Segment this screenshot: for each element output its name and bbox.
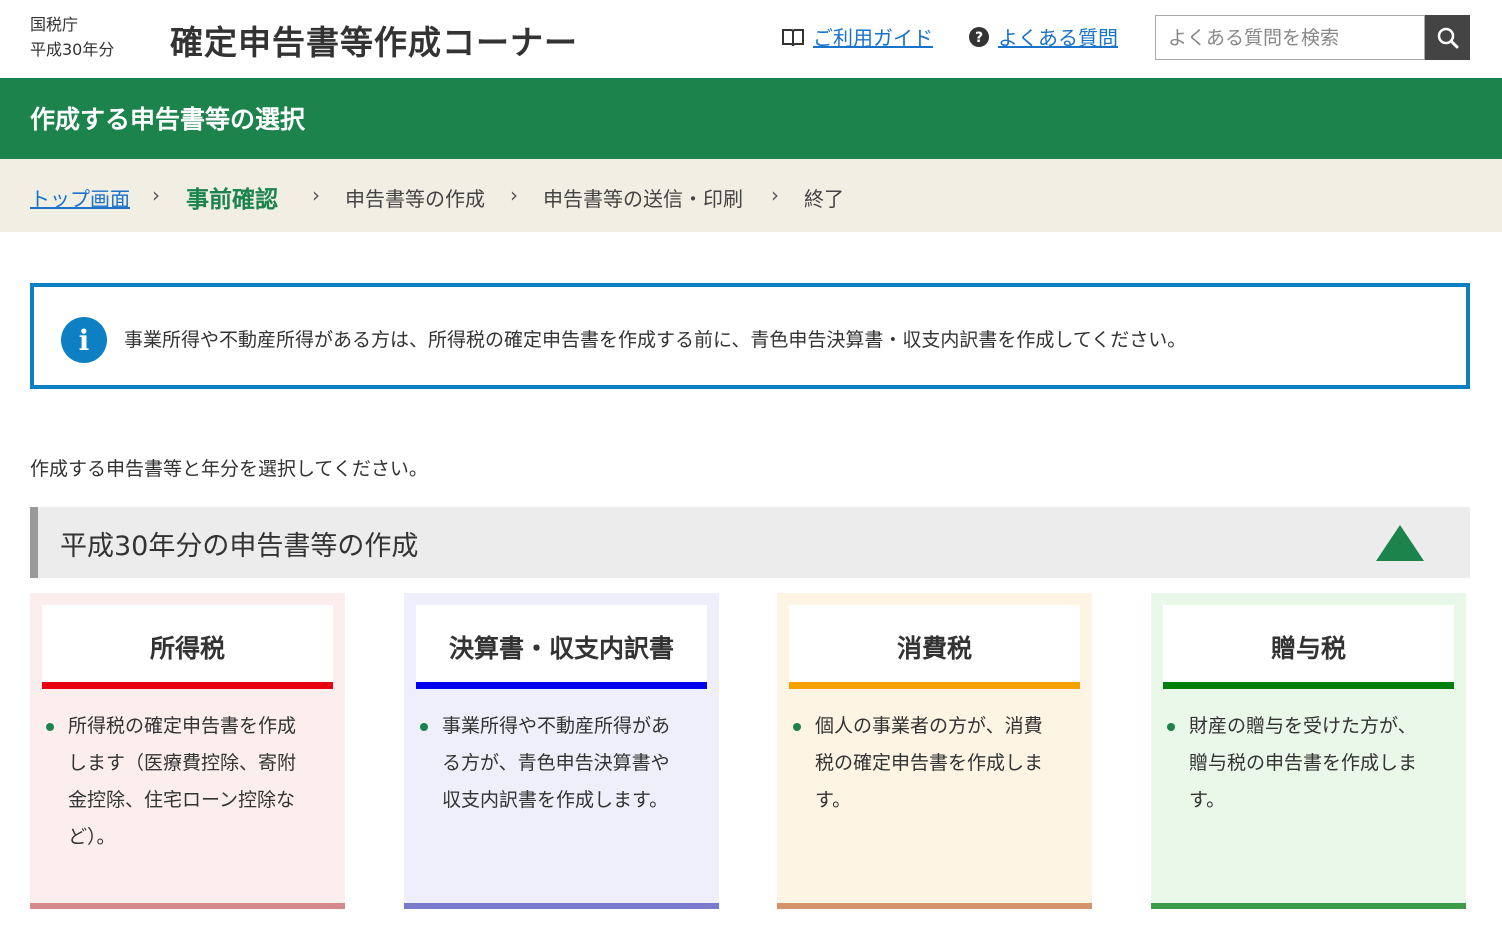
card-description: 事業所得や不動産所得があ る方が、青色申告決算書や 収支内訳書を作成します。 <box>416 708 696 819</box>
card-gift-tax[interactable]: 贈与税 財産の贈与を受けた方が、 贈与税の申告書を作成しま す。 <box>1151 593 1466 909</box>
card-desc-line: る方が、青色申告決算書や <box>442 752 670 774</box>
card-accent-stripe <box>789 682 1080 689</box>
breadcrumb-separator-icon: › <box>152 183 160 207</box>
card-bottom-border <box>1151 903 1466 909</box>
instruction-text: 作成する申告書等と年分を選択してください。 <box>30 458 428 480</box>
card-consumption-tax[interactable]: 消費税 個人の事業者の方が、消費 税の確定申告書を作成しま す。 <box>777 593 1092 909</box>
card-title: 消費税 <box>789 605 1080 689</box>
card-description: 個人の事業者の方が、消費 税の確定申告書を作成しま す。 <box>789 708 1069 819</box>
breadcrumb-step-finish: 終了 <box>804 187 844 211</box>
site-header: 国税庁 平成30年分 確定申告書等作成コーナー ご利用ガイド ? よくある質問 <box>0 0 1502 78</box>
info-notice: i 事業所得や不動産所得がある方は、所得税の確定申告書を作成する前に、青色申告決… <box>30 283 1470 389</box>
faq-link-label: よくある質問 <box>998 26 1118 50</box>
card-desc-line: 収支内訳書を作成します。 <box>442 789 669 811</box>
search-icon <box>1437 27 1458 48</box>
card-title: 決算書・収支内訳書 <box>416 605 707 689</box>
card-desc-line: 個人の事業者の方が、消費 <box>815 715 1043 737</box>
card-description: 所得税の確定申告書を作成 します（医療費控除、寄附 金控除、住宅ローン控除な ど… <box>42 708 322 856</box>
breadcrumb-separator-icon: › <box>510 183 518 207</box>
breadcrumb-top-link[interactable]: トップ画面 <box>30 183 130 212</box>
bullet-icon <box>46 723 54 731</box>
card-bottom-border <box>777 903 1092 909</box>
card-desc-line: す。 <box>1189 789 1226 811</box>
card-desc-line: ど）。 <box>68 826 116 848</box>
card-bottom-border <box>404 903 719 909</box>
card-description: 財産の贈与を受けた方が、 贈与税の申告書を作成しま す。 <box>1163 708 1443 819</box>
card-desc-line: 金控除、住宅ローン控除な <box>68 789 296 811</box>
card-accent-stripe <box>1163 682 1454 689</box>
faq-link[interactable]: ? よくある質問 <box>968 22 1118 51</box>
breadcrumb-step-send-print: 申告書等の送信・印刷 <box>543 187 743 211</box>
card-bottom-border <box>30 903 345 909</box>
info-icon: i <box>61 317 107 363</box>
section-title: 平成30年分の申告書等の作成 <box>60 531 419 562</box>
search-button[interactable] <box>1425 15 1470 60</box>
breadcrumb: トップ画面 › 事前確認 › 申告書等の作成 › 申告書等の送信・印刷 › 終了 <box>0 159 1502 232</box>
card-desc-line: 税の確定申告書を作成しま <box>815 752 1044 774</box>
tax-year-label: 平成30年分 <box>30 40 115 59</box>
agency-name: 国税庁 <box>30 15 79 34</box>
guide-link-label: ご利用ガイド <box>813 26 933 50</box>
guide-link[interactable]: ご利用ガイド <box>781 22 933 51</box>
card-desc-line: 所得税の確定申告書を作成 <box>68 715 297 737</box>
bullet-icon <box>793 723 801 731</box>
agency-label: 国税庁 平成30年分 <box>30 12 114 62</box>
info-message: 事業所得や不動産所得がある方は、所得税の確定申告書を作成する前に、青色申告決算書… <box>124 329 1187 351</box>
card-income-tax[interactable]: 所得税 所得税の確定申告書を作成 します（医療費控除、寄附 金控除、住宅ローン控… <box>30 593 345 909</box>
card-accent-stripe <box>416 682 707 689</box>
card-desc-line: 贈与税の申告書を作成しま <box>1189 752 1418 774</box>
page-title: 作成する申告書等の選択 <box>30 105 306 134</box>
card-accent-stripe <box>42 682 333 689</box>
card-title: 贈与税 <box>1163 605 1454 689</box>
breadcrumb-separator-icon: › <box>771 183 779 207</box>
collapse-triangle-icon[interactable] <box>1376 525 1424 561</box>
card-desc-line: す。 <box>815 789 852 811</box>
app-title: 確定申告書等作成コーナー <box>170 23 578 62</box>
breadcrumb-current-step: 事前確認 <box>186 187 278 213</box>
bullet-icon <box>1167 723 1175 731</box>
card-desc-line: します（医療費控除、寄附 <box>68 752 297 774</box>
svg-text:?: ? <box>975 30 983 46</box>
card-financial-statement[interactable]: 決算書・収支内訳書 事業所得や不動産所得があ る方が、青色申告決算書や 収支内訳… <box>404 593 719 909</box>
card-desc-line: 財産の贈与を受けた方が、 <box>1189 715 1417 737</box>
bullet-icon <box>420 723 428 731</box>
card-desc-line: 事業所得や不動産所得があ <box>442 715 671 737</box>
question-icon: ? <box>968 26 990 48</box>
breadcrumb-separator-icon: › <box>312 183 320 207</box>
page-title-bar: 作成する申告書等の選択 <box>0 78 1502 159</box>
section-header[interactable]: 平成30年分の申告書等の作成 <box>30 507 1470 578</box>
card-title: 所得税 <box>42 605 333 689</box>
book-icon <box>781 27 805 47</box>
breadcrumb-step-create: 申告書等の作成 <box>345 187 485 211</box>
faq-search-input[interactable] <box>1155 15 1425 60</box>
